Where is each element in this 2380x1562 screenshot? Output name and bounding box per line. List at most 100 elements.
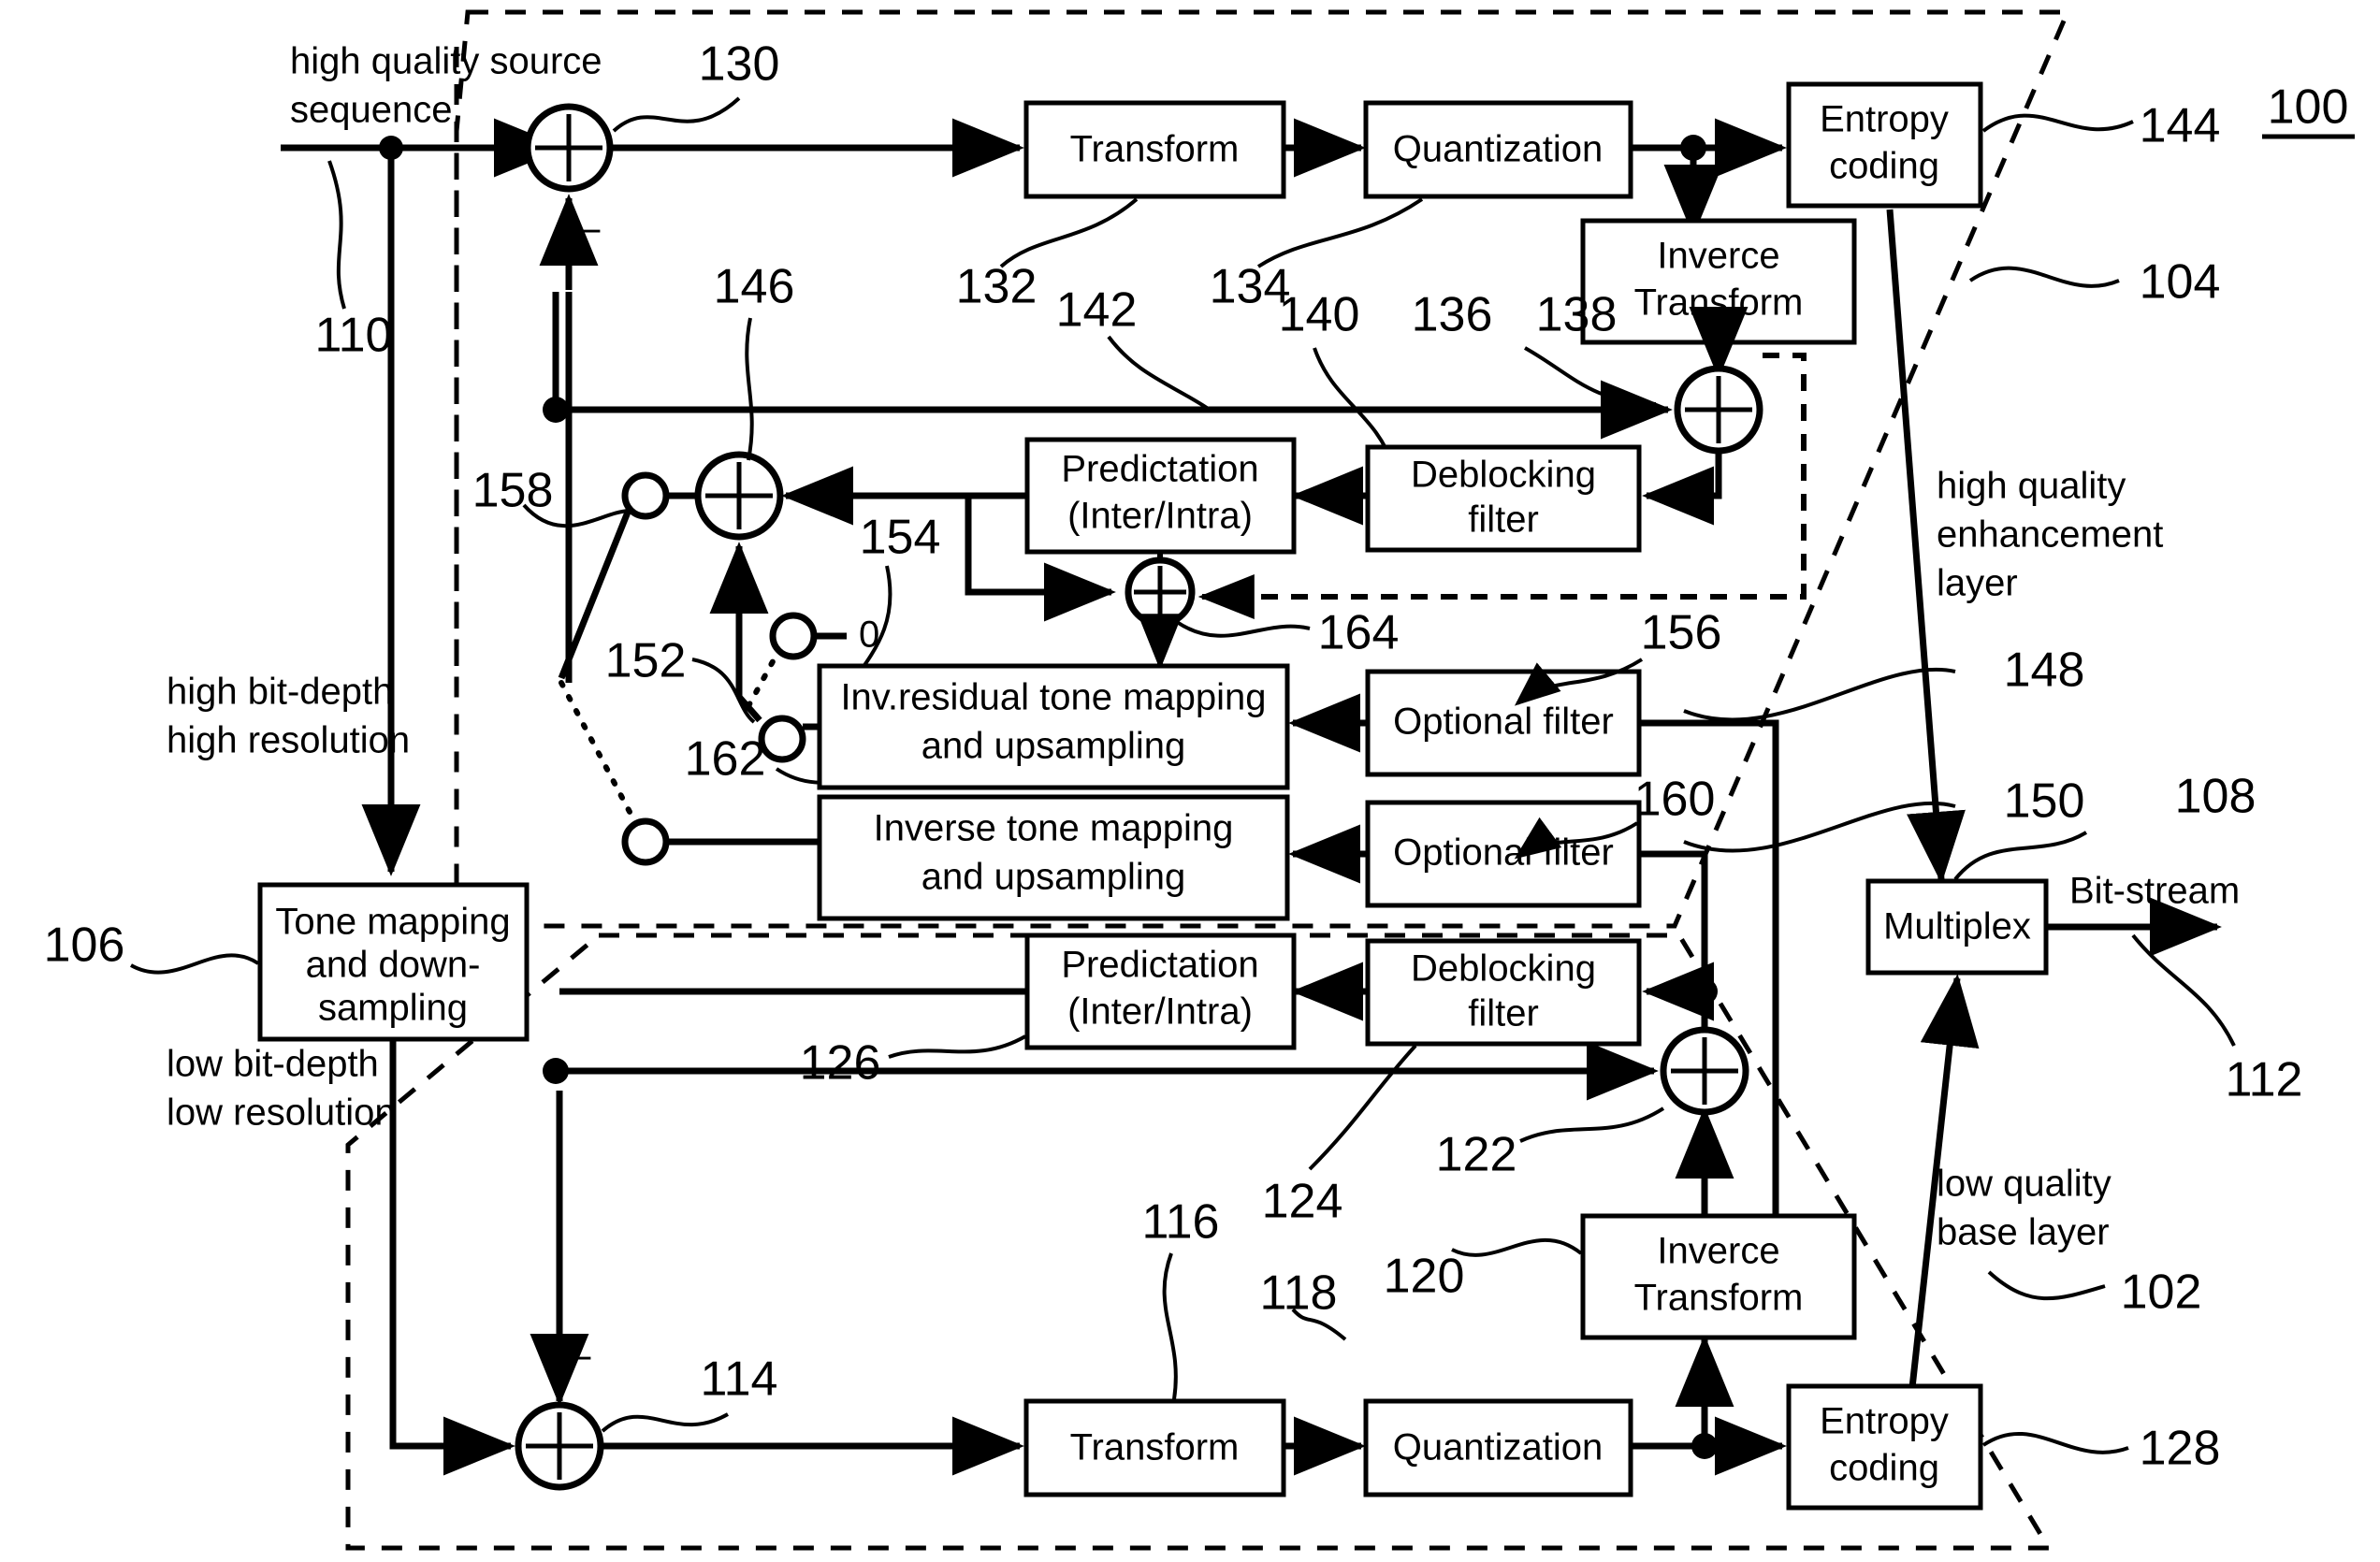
- ref-154: 154: [860, 511, 941, 565]
- low-bitdepth-line2: low resolution: [167, 1092, 396, 1134]
- ref-116: 116: [1142, 1195, 1220, 1250]
- box-deblocking-filter-enhancement: Deblocking filter: [1365, 444, 1642, 553]
- ref-162: 162: [685, 732, 766, 787]
- box-deblocking-filter-base-line1: Deblocking: [1411, 948, 1596, 990]
- adder-114: [515, 1401, 604, 1491]
- ref-164: 164: [1318, 606, 1400, 660]
- ref-146: 146: [714, 260, 795, 314]
- box-quantization-enhancement: Quantization: [1363, 100, 1633, 199]
- ref-158: 158: [472, 464, 554, 518]
- adder-146: [694, 451, 784, 541]
- ref-152: 152: [605, 634, 687, 688]
- box-entropy-coding-enhancement-line1: Entropy: [1820, 99, 1949, 140]
- box-multiplex: Multiplex: [1865, 878, 2049, 976]
- box-prediction-enhancement: Predictation (Inter/Intra): [1024, 437, 1297, 555]
- minus-sign-114: −: [571, 1338, 592, 1380]
- switch-node-162[interactable]: [758, 715, 806, 763]
- box-inverse-tone-mapping: Inverse tone mapping and upsampling: [817, 794, 1290, 921]
- box-optional-filter-top-label: Optional filter: [1393, 701, 1614, 743]
- ref-130: 130: [699, 37, 780, 92]
- box-quantization-enhancement-label: Quantization: [1393, 129, 1604, 170]
- switch-zero-label: 0: [859, 615, 879, 656]
- ref-126: 126: [800, 1036, 881, 1091]
- box-inverse-transform-base: Inverce Transform: [1580, 1213, 1857, 1340]
- box-optional-filter-bottom-label: Optional filter: [1393, 832, 1614, 874]
- switch-node-158-bottom[interactable]: [621, 817, 670, 866]
- box-inverse-transform-enhancement: Inverce Transform: [1580, 218, 1857, 345]
- box-optional-filter-bottom: Optional filter: [1365, 800, 1642, 908]
- box-prediction-base: Predictation (Inter/Intra): [1024, 933, 1297, 1050]
- box-transform-base-label: Transform: [1070, 1427, 1240, 1468]
- ref-102: 102: [2121, 1266, 2202, 1320]
- box-inverse-tone-line2: and upsampling: [922, 857, 1185, 898]
- low-bitdepth-line1: low bit-depth: [167, 1044, 379, 1085]
- adder-136: [1674, 365, 1763, 455]
- box-optional-filter-top: Optional filter: [1365, 669, 1642, 777]
- ref-106: 106: [44, 918, 125, 973]
- box-tone-mapping-line1: Tone mapping: [275, 902, 510, 943]
- ref-122: 122: [1436, 1128, 1517, 1182]
- ref-142: 142: [1056, 283, 1138, 338]
- box-inverse-tone-line1: Inverse tone mapping: [874, 808, 1234, 849]
- bitstream-label: Bit-stream: [2069, 871, 2240, 912]
- box-inverse-transform-base-line2: Transform: [1634, 1278, 1804, 1319]
- box-inverse-transform-enhancement-line1: Inverce: [1657, 236, 1779, 277]
- ref-136: 136: [1412, 288, 1493, 342]
- ref-118: 118: [1260, 1266, 1338, 1321]
- ref-112: 112: [2226, 1053, 2303, 1107]
- hq-enh-line1: high quality: [1937, 466, 2126, 507]
- box-prediction-base-line1: Predictation: [1061, 945, 1258, 986]
- box-inv-residual-tone-line1: Inv.residual tone mapping: [840, 677, 1266, 718]
- patent-figure-canvas: high quality source sequence 110 − 130 T…: [0, 0, 2380, 1562]
- box-quantization-base-label: Quantization: [1393, 1427, 1604, 1468]
- lq-base-line2: base layer: [1937, 1212, 2110, 1253]
- ref-148: 148: [2004, 644, 2085, 698]
- ref-120: 120: [1384, 1250, 1465, 1304]
- source-label-line1: high quality source: [290, 41, 602, 82]
- box-inv-residual-tone-mapping: Inv.residual tone mapping and upsampling: [817, 663, 1290, 790]
- ref-144: 144: [2140, 99, 2221, 153]
- adder-122: [1660, 1026, 1749, 1116]
- box-transform-enhancement-label: Transform: [1070, 129, 1240, 170]
- high-bitdepth-line1: high bit-depth: [167, 672, 393, 713]
- box-deblocking-filter-base: Deblocking filter: [1365, 938, 1642, 1047]
- box-tone-mapping-line3: sampling: [318, 988, 468, 1029]
- ref-150: 150: [2004, 774, 2085, 829]
- ref-160: 160: [1634, 773, 1716, 827]
- minus-sign-130: −: [580, 211, 602, 253]
- ref-156: 156: [1641, 606, 1722, 660]
- box-transform-enhancement: Transform: [1023, 100, 1286, 199]
- box-entropy-coding-base-line1: Entropy: [1820, 1401, 1949, 1442]
- switch-node-zero[interactable]: [769, 612, 818, 660]
- hq-enh-line3: layer: [1937, 563, 2018, 604]
- box-prediction-enhancement-line1: Predictation: [1061, 449, 1258, 490]
- ref-140: 140: [1279, 288, 1360, 342]
- figure-number-text: 100: [2268, 80, 2349, 135]
- switch-node-158-top[interactable]: [621, 471, 670, 520]
- box-quantization-base: Quantization: [1363, 1398, 1633, 1497]
- adder-130: [524, 103, 614, 193]
- ref-104: 104: [2140, 255, 2221, 310]
- source-label-line2: sequence: [290, 90, 452, 131]
- box-deblocking-filter-enhancement-line1: Deblocking: [1411, 455, 1596, 496]
- ref-128: 128: [2140, 1422, 2221, 1476]
- ref-110: 110: [315, 309, 393, 363]
- box-deblocking-filter-base-line2: filter: [1468, 993, 1539, 1034]
- ref-132: 132: [956, 260, 1038, 314]
- figure-number-100: 100: [2262, 80, 2355, 139]
- box-tone-mapping-downsampling: Tone mapping and down- sampling: [257, 882, 530, 1042]
- box-prediction-base-line2: (Inter/Intra): [1067, 991, 1253, 1033]
- hq-enh-line2: enhancement: [1937, 514, 2163, 556]
- ref-124: 124: [1262, 1175, 1343, 1229]
- box-tone-mapping-line2: and down-: [306, 945, 481, 986]
- ref-114: 114: [701, 1352, 778, 1407]
- ref-108: 108: [2175, 770, 2257, 824]
- box-inverse-transform-enhancement-line2: Transform: [1634, 282, 1804, 324]
- box-entropy-coding-enhancement-line2: coding: [1829, 146, 1939, 187]
- box-entropy-coding-base-line2: coding: [1829, 1448, 1939, 1489]
- high-bitdepth-line2: high resolution: [167, 720, 410, 761]
- box-multiplex-label: Multiplex: [1883, 906, 2031, 947]
- box-inv-residual-tone-line2: and upsampling: [922, 726, 1185, 767]
- box-prediction-enhancement-line2: (Inter/Intra): [1067, 496, 1253, 537]
- box-transform-base: Transform: [1023, 1398, 1286, 1497]
